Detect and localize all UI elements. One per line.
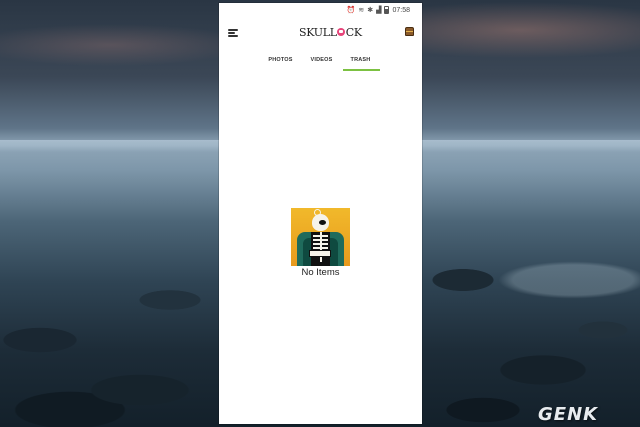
skull-lock-icon: [337, 28, 346, 36]
mascot-book: [309, 250, 331, 257]
phone-screen: ⏰ ≋ ✱ ▟ 07:58 SKULL CK PHOTOS VIDEOS TRA…: [219, 3, 422, 424]
hamburger-menu-icon[interactable]: [228, 29, 238, 37]
logo-text-right: CK: [345, 25, 362, 39]
alarm-icon: ⏰: [346, 6, 356, 14]
status-bar: ⏰ ≋ ✱ ▟ 07:58: [219, 3, 422, 17]
status-time: 07:58: [392, 6, 410, 14]
tab-trash[interactable]: TRASH: [341, 49, 381, 71]
wifi-icon: ≋: [358, 6, 365, 14]
mascot-ribs: [313, 235, 328, 249]
signal-icon: ▟: [376, 6, 382, 14]
app-header: SKULL CK: [219, 17, 422, 47]
bluetooth-icon: ✱: [367, 6, 374, 14]
tab-bar: PHOTOS VIDEOS TRASH: [219, 49, 422, 71]
treasure-chest-icon[interactable]: [405, 27, 414, 36]
empty-message: No Items: [301, 267, 340, 278]
tab-videos[interactable]: VIDEOS: [302, 49, 342, 71]
battery-icon: [384, 6, 390, 14]
mascot-halo: [314, 209, 321, 216]
wallpaper-rocks-left: [0, 220, 220, 427]
mascot-eye: [319, 220, 326, 225]
empty-state: No Items: [219, 208, 422, 288]
tab-photos[interactable]: PHOTOS: [261, 49, 301, 71]
wallpaper-rocks-right: [423, 220, 640, 427]
skeleton-mascot-icon: [291, 208, 350, 266]
app-logo: SKULL CK: [299, 25, 362, 39]
watermark-logo: GENK: [538, 404, 599, 425]
logo-text-left: SKULL: [299, 25, 337, 39]
